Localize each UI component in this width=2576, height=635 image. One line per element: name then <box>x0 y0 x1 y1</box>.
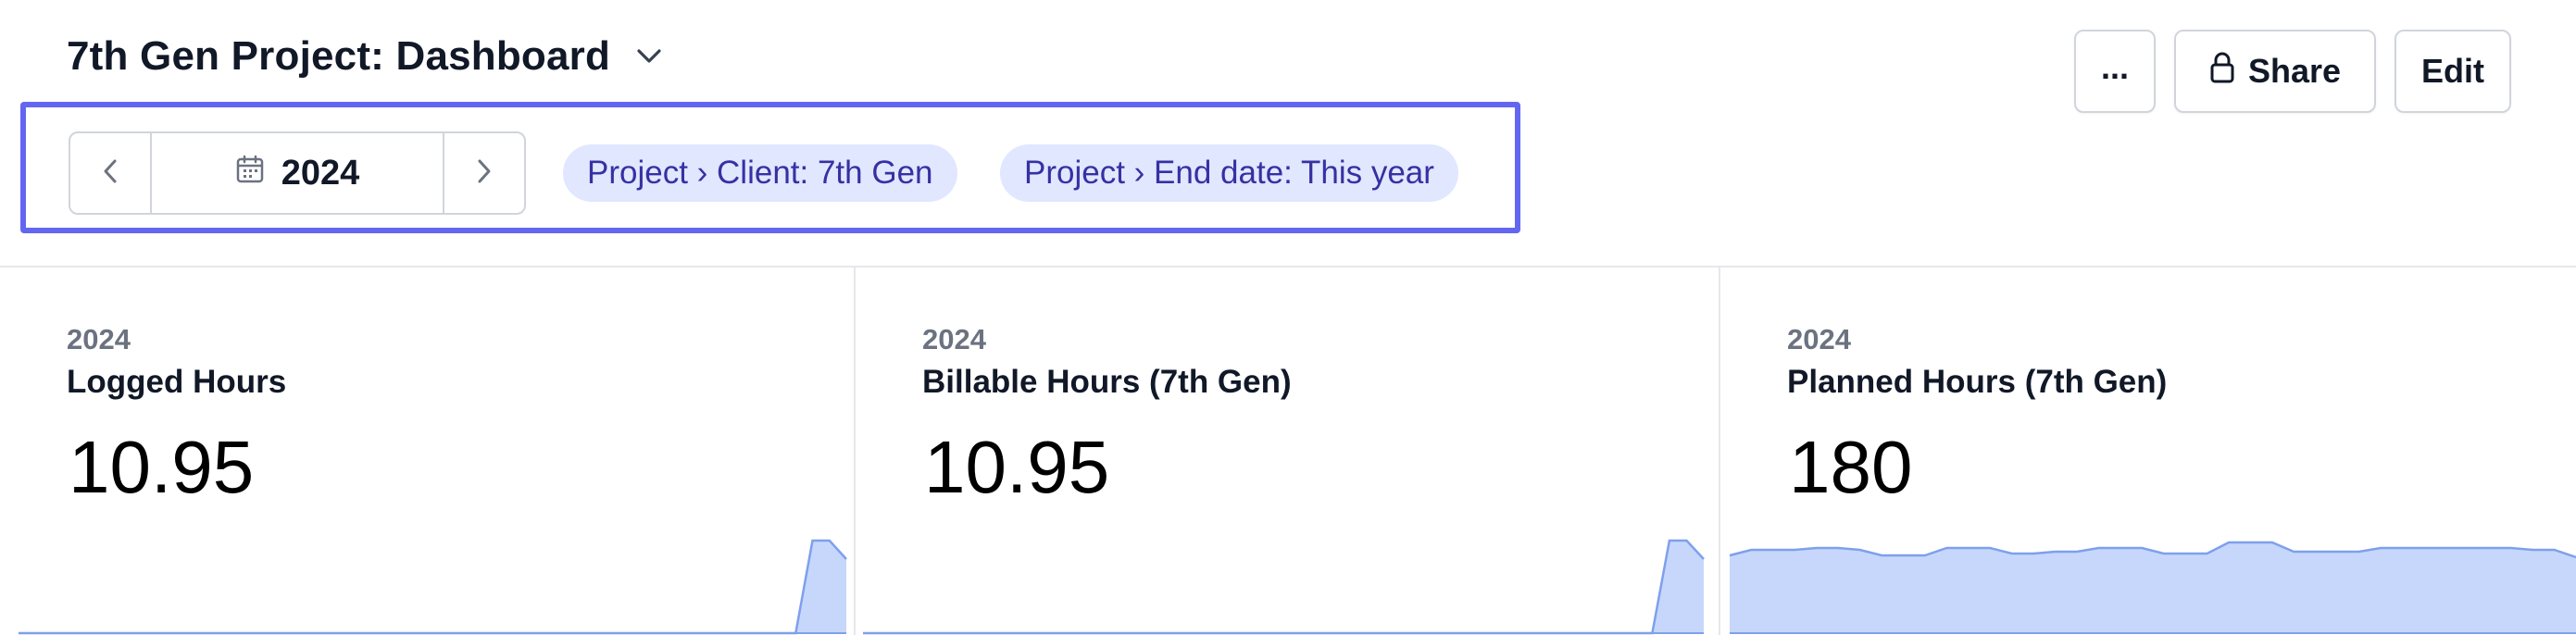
more-button[interactable]: ... <box>2074 30 2156 113</box>
card-title: Logged Hours <box>67 364 287 400</box>
card-period: 2024 <box>922 323 986 355</box>
chevron-down-icon[interactable] <box>631 38 668 75</box>
chevron-left-icon <box>103 158 118 189</box>
card-value: 10.95 <box>69 426 255 508</box>
sparkline-chart <box>863 539 1705 635</box>
sparkline-line <box>863 539 1705 635</box>
page-title: 7th Gen Project: Dashboard <box>67 33 611 79</box>
metric-card-planned-hours[interactable]: 2024 Planned Hours (7th Gen) 180 <box>1720 268 2576 635</box>
card-period: 2024 <box>1787 323 1851 355</box>
date-stepper: 2024 <box>69 131 526 215</box>
filter-chip-end-date[interactable]: Project › End date: This year <box>1000 144 1458 202</box>
next-period-button[interactable] <box>443 133 524 213</box>
card-title: Billable Hours (7th Gen) <box>922 364 1292 400</box>
sparkline-chart <box>19 539 847 635</box>
metric-card-logged-hours[interactable]: 2024 Logged Hours 10.95 <box>0 268 856 635</box>
share-button-label: Share <box>2247 52 2342 90</box>
metric-cards: 2024 Logged Hours 10.95 2024 Billable Ho… <box>0 268 2576 635</box>
sparkline-area <box>1730 542 2576 633</box>
calendar-icon <box>235 154 265 193</box>
card-period: 2024 <box>67 323 131 355</box>
edit-button[interactable]: Edit <box>2395 30 2511 113</box>
share-button[interactable]: Share <box>2174 30 2376 113</box>
dashboard-header: 7th Gen Project: Dashboard ... Share Edi… <box>0 0 2576 267</box>
more-button-label: ... <box>2100 48 2129 86</box>
lock-icon <box>2209 51 2235 93</box>
header-actions: ... Share Edit <box>2074 30 2511 113</box>
metric-card-billable-hours[interactable]: 2024 Billable Hours (7th Gen) 10.95 <box>856 268 1720 635</box>
filter-chip-client[interactable]: Project › Client: 7th Gen <box>563 144 957 202</box>
card-title: Planned Hours (7th Gen) <box>1787 364 2168 400</box>
sparkline-area <box>863 541 1704 633</box>
title-row: 7th Gen Project: Dashboard <box>67 33 668 80</box>
chevron-right-icon <box>477 158 492 189</box>
card-value: 180 <box>1789 426 1913 508</box>
filter-bar: 2024 Project › Client: 7th Gen Project ›… <box>20 102 1520 233</box>
card-value: 10.95 <box>924 426 1110 508</box>
date-picker[interactable]: 2024 <box>152 133 443 213</box>
previous-period-button[interactable] <box>70 133 152 213</box>
sparkline-area <box>19 541 846 633</box>
date-value: 2024 <box>281 153 360 193</box>
sparkline-line <box>19 539 847 635</box>
edit-button-label: Edit <box>2421 52 2484 90</box>
sparkline-chart <box>1729 541 2576 634</box>
